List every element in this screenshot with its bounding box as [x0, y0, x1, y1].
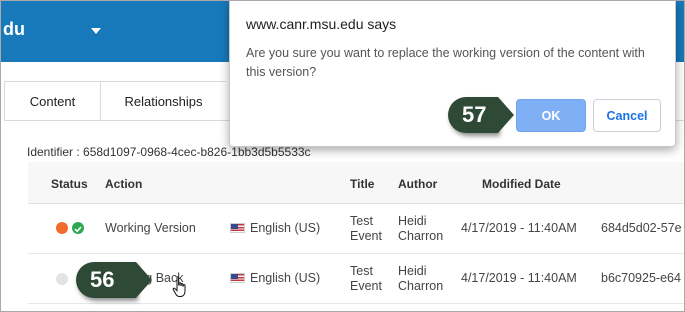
site-title: du	[3, 19, 25, 39]
tab-relationships[interactable]: Relationships	[100, 81, 226, 121]
ok-button[interactable]: OK	[516, 99, 586, 132]
check-circle-icon	[72, 222, 84, 234]
row-modified-date: 4/17/2019 - 11:40AM	[461, 271, 577, 285]
us-flag-icon	[230, 273, 245, 283]
circle-icon	[56, 273, 68, 285]
column-author: Author	[398, 177, 438, 191]
column-status: Status	[51, 177, 88, 191]
row-version-id: b6c70925-e64	[601, 271, 681, 285]
step-56-callout: 56	[76, 262, 152, 298]
us-flag-icon	[230, 223, 245, 233]
content-tabs: Content Relationships	[4, 81, 226, 121]
row-title: Test Event	[350, 264, 382, 293]
chevron-down-icon[interactable]	[91, 28, 101, 34]
row-title: Test Event	[350, 214, 382, 243]
column-modified-date: Modified Date	[482, 177, 561, 191]
row-author: Heidi Charron	[398, 214, 444, 243]
dialog-message: Are you sure you want to replace the wor…	[246, 46, 645, 79]
step-57-callout: 57	[448, 97, 514, 133]
column-action: Action	[105, 177, 143, 191]
row-version-id: 684d5d02-57e	[601, 221, 682, 235]
cancel-button[interactable]: Cancel	[593, 99, 661, 132]
dialog-title: www.canr.msu.edu says	[246, 16, 397, 32]
row-action: Working Version	[105, 221, 196, 235]
status-dot-icon	[56, 222, 68, 234]
row-author: Heidi Charron	[398, 264, 444, 293]
tab-content[interactable]: Content	[4, 81, 100, 121]
column-title: Title	[350, 177, 375, 191]
step-number: 57	[462, 102, 487, 127]
row-language: English (US)	[250, 271, 321, 285]
row-modified-date: 4/17/2019 - 11:40AM	[461, 221, 577, 235]
content-identifier: Identifier : 658d1097-0968-4cec-b826-1bb…	[27, 145, 311, 159]
hand-cursor-icon	[172, 276, 188, 303]
row-language: English (US)	[250, 221, 321, 235]
step-number: 56	[90, 267, 115, 292]
